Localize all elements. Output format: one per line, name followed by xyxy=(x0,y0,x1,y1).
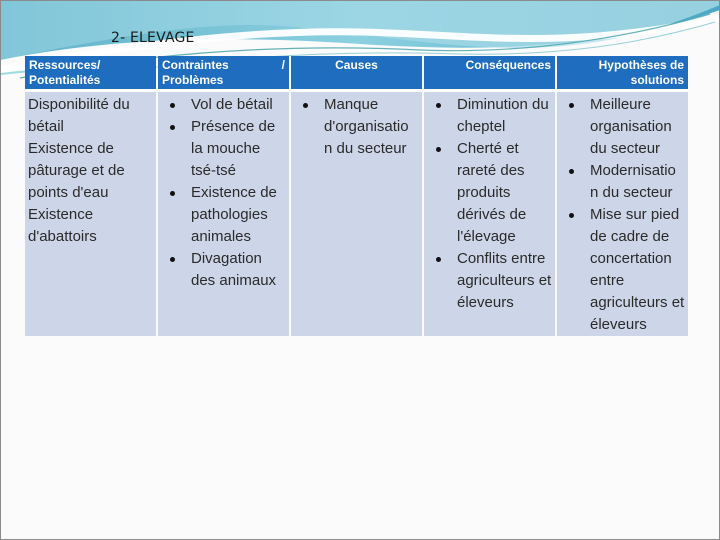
header-problemes-label: Problèmes xyxy=(162,73,224,87)
list-item: Manque d'organisatio n du secteur xyxy=(294,94,419,160)
header-contraintes-slash: / xyxy=(281,58,285,72)
ressource-item: Existence de pâturage et de points d'eau xyxy=(28,140,125,201)
cell-causes: Manque d'organisatio n du secteur xyxy=(291,92,422,336)
consequences-list: Diminution du cheptel Cherté et rareté d… xyxy=(427,94,552,314)
list-item: Mise sur pied de cadre de concertation e… xyxy=(560,204,685,336)
slide-title: 2- ELEVAGE xyxy=(111,30,195,46)
list-item: Conflits entre agriculteurs et éleveurs xyxy=(427,248,552,314)
list-item: Divagation des animaux xyxy=(161,248,286,292)
list-item: Cherté et rareté des produits dérivés de… xyxy=(427,138,552,248)
contraintes-list: Vol de bétail Présence de la mouche tsé-… xyxy=(161,94,286,292)
table-row: Disponibilité du bétail Existence de pât… xyxy=(25,92,688,336)
solutions-list: Meilleure organisation du secteur Modern… xyxy=(560,94,685,336)
header-causes: Causes xyxy=(291,56,422,92)
list-item: Diminution du cheptel xyxy=(427,94,552,138)
elevage-table: Ressources/ Potentialités Contraintes / … xyxy=(23,56,690,336)
list-item: Présence de la mouche tsé-tsé xyxy=(161,116,286,182)
header-contraintes: Contraintes / Problèmes xyxy=(158,56,289,92)
list-item: Modernisatio n du secteur xyxy=(560,160,685,204)
cell-consequences: Diminution du cheptel Cherté et rareté d… xyxy=(424,92,555,336)
list-item: Meilleure organisation du secteur xyxy=(560,94,685,160)
header-consequences: Conséquences xyxy=(424,56,555,92)
table-header-row: Ressources/ Potentialités Contraintes / … xyxy=(25,56,688,92)
ressource-item: Existence d'abattoirs xyxy=(28,206,97,245)
cell-contraintes: Vol de bétail Présence de la mouche tsé-… xyxy=(158,92,289,336)
ressource-item: Disponibilité du bétail xyxy=(28,96,130,135)
cell-solutions: Meilleure organisation du secteur Modern… xyxy=(557,92,688,336)
header-solutions: Hypothèses de solutions xyxy=(557,56,688,92)
list-item: Vol de bétail xyxy=(161,94,286,116)
causes-list: Manque d'organisatio n du secteur xyxy=(294,94,419,160)
header-contraintes-label: Contraintes xyxy=(162,58,229,72)
cell-ressources: Disponibilité du bétail Existence de pât… xyxy=(25,92,156,336)
list-item: Existence de pathologies animales xyxy=(161,182,286,248)
header-ressources: Ressources/ Potentialités xyxy=(25,56,156,92)
